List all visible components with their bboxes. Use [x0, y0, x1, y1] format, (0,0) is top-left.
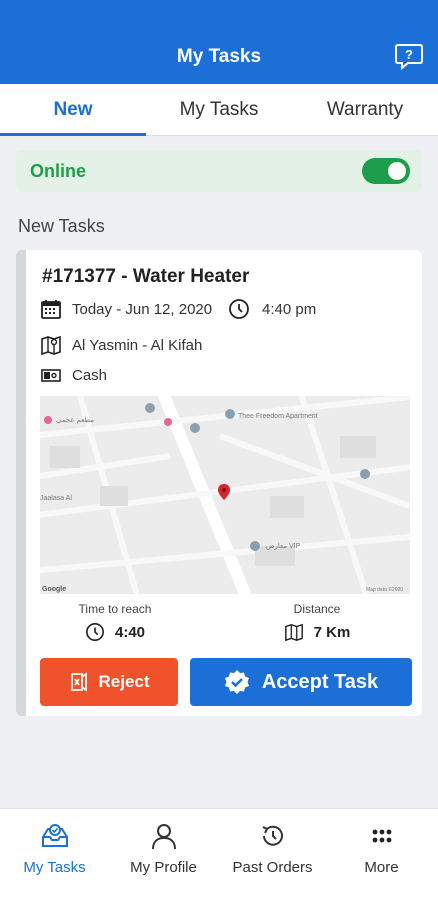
section-title: New Tasks [18, 216, 105, 236]
question-chat-icon[interactable]: ? [394, 42, 424, 70]
online-label: Online [30, 161, 87, 181]
distance: Distance 7 Km [232, 602, 402, 642]
tab-my-tasks[interactable]: My Tasks [146, 84, 292, 136]
reject-button[interactable]: Reject [40, 658, 178, 706]
distance-value: 7 Km [313, 623, 351, 641]
time-to-reach: Time to reach 4:40 [30, 602, 200, 642]
tab-warranty[interactable]: Warranty [292, 84, 438, 136]
reject-icon [71, 672, 88, 692]
online-toggle[interactable] [362, 158, 410, 184]
page-title: My Tasks [176, 46, 262, 67]
app-bar: My Tasks ? [0, 0, 438, 84]
verified-check-icon [224, 670, 249, 694]
history-icon [262, 825, 283, 846]
map-pin-icon [284, 623, 303, 642]
tab-new[interactable]: New [0, 84, 146, 136]
toggle-knob [388, 162, 406, 180]
more-grid-icon [372, 829, 391, 843]
task-title: #171377 - Water Heater [42, 266, 250, 287]
task-location: Al Yasmin - Al Kifah [72, 336, 203, 354]
date-row: Today - Jun 12, 2020 [40, 298, 212, 320]
clock-icon [85, 623, 104, 641]
reject-label: Reject [98, 672, 150, 691]
cash-icon [41, 369, 61, 382]
bottom-nav: My Tasks My Profile Past Orders More [0, 808, 438, 900]
nav-my-profile[interactable]: My Profile [109, 809, 218, 900]
nav-more[interactable]: More [327, 809, 436, 900]
nav-past-orders[interactable]: Past Orders [218, 809, 327, 900]
map-canvas: مطعم عجمي Thee Freedom Apartment Jaalasa… [40, 396, 410, 594]
tab-bar: New My Tasks Warranty [0, 84, 438, 136]
distance-caption: Distance [293, 602, 341, 616]
clock-icon [229, 299, 249, 319]
map-place-freedom: Thee Freedom Apartment [238, 413, 318, 420]
map-google-logo: Google [42, 586, 66, 593]
time-row: 4:40 pm [228, 298, 316, 320]
map-pin-icon [41, 335, 61, 356]
task-card[interactable]: #171377 - Water Heater Today - Jun 12, 2… [16, 250, 422, 716]
map-place-mosque: Jaalasa Al [40, 495, 72, 502]
task-payment: Cash [72, 366, 108, 384]
accept-task-label: Accept Task [261, 670, 379, 693]
task-date: Today - Jun 12, 2020 [72, 300, 213, 318]
tasks-icon [41, 824, 68, 847]
nav-more-label: More [364, 859, 399, 876]
map-attribution: Map data ©2020 [366, 586, 403, 593]
time-to-reach-caption: Time to reach [78, 602, 152, 616]
nav-my-tasks-label: My Tasks [23, 859, 86, 876]
task-map[interactable]: مطعم عجمي Thee Freedom Apartment Jaalasa… [40, 396, 410, 594]
nav-my-profile-label: My Profile [130, 859, 197, 876]
accept-task-button[interactable]: Accept Task [190, 658, 412, 706]
map-place-arabic-2: معارض VIP [266, 542, 301, 550]
svg-text:?: ? [405, 47, 413, 62]
task-time: 4:40 pm [262, 300, 317, 318]
profile-icon [151, 824, 176, 850]
location-row: Al Yasmin - Al Kifah [40, 334, 202, 356]
nav-past-orders-label: Past Orders [232, 859, 313, 876]
online-status-bar: Online [16, 150, 422, 192]
time-to-reach-value: 4:40 [114, 623, 146, 641]
nav-my-tasks[interactable]: My Tasks [0, 809, 109, 900]
calendar-icon [41, 300, 61, 319]
active-tab-indicator [0, 133, 146, 136]
map-place-arabic-1: مطعم عجمي [56, 416, 94, 424]
payment-row: Cash [40, 364, 107, 386]
